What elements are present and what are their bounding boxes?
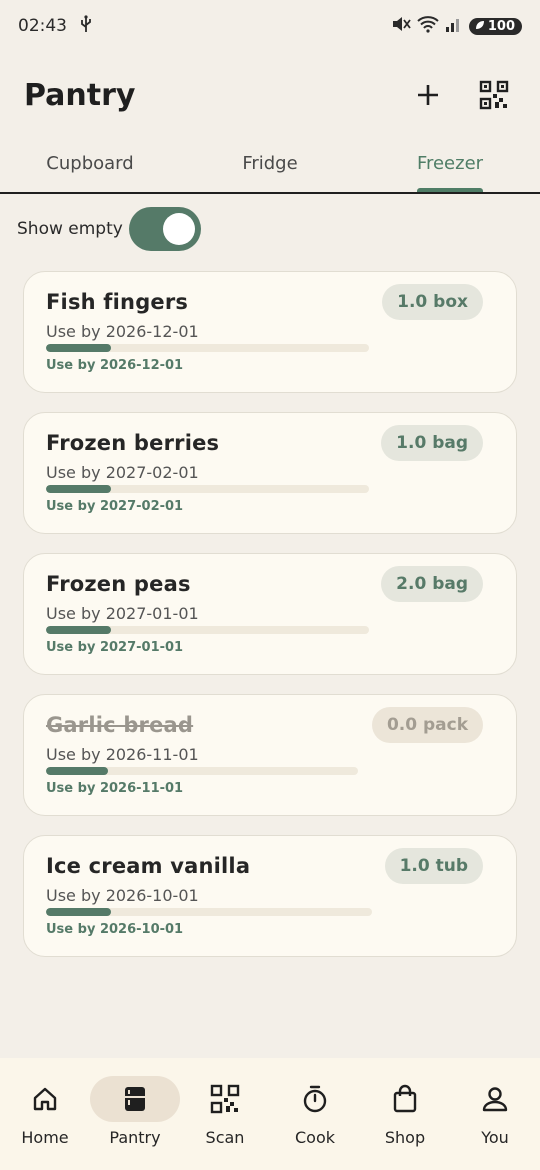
- freshness-fill: [46, 908, 112, 916]
- nav-label: Shop: [384, 1128, 426, 1147]
- use-by-caption: Use by 2026-11-01: [46, 781, 184, 796]
- page-title: Pantry: [24, 77, 136, 113]
- wifi-icon: [417, 15, 439, 37]
- show-empty-label: Show empty: [17, 219, 123, 239]
- use-by-date: Use by 2027-01-01: [46, 604, 199, 623]
- show-empty-row: Show empty: [17, 205, 201, 253]
- list-item[interactable]: Fish fingers 1.0 box Use by 2026-12-01 U…: [23, 271, 517, 393]
- app-header: Pantry: [0, 60, 540, 130]
- freshness-fill: [46, 626, 111, 634]
- use-by-date: Use by 2026-10-01: [46, 886, 199, 905]
- nav-icon-container: [450, 1076, 540, 1122]
- storage-tabs: Cupboard Fridge Freezer: [0, 134, 540, 194]
- freshness-bar: [46, 908, 372, 916]
- list-item[interactable]: Ice cream vanilla 1.0 tub Use by 2026-10…: [23, 835, 517, 957]
- freshness-bar: [46, 767, 358, 775]
- qr-code-icon: [479, 80, 509, 110]
- list-item[interactable]: Garlic bread 0.0 pack Use by 2026-11-01 …: [23, 694, 517, 816]
- use-by-date: Use by 2026-11-01: [46, 745, 199, 764]
- mute-icon: [391, 15, 411, 37]
- freshness-fill: [46, 485, 111, 493]
- nav-icon-container: [360, 1076, 450, 1122]
- tab-label: Freezer: [416, 152, 484, 174]
- use-by-date: Use by 2027-02-01: [46, 463, 199, 482]
- bag-icon: [393, 1084, 417, 1113]
- freshness-fill: [46, 344, 111, 352]
- quantity-badge: 1.0 bag: [381, 425, 483, 461]
- quantity-badge: 1.0 tub: [384, 848, 483, 884]
- freshness-fill: [46, 767, 109, 775]
- nav-icon-container: [90, 1076, 180, 1122]
- battery-indicator: 100: [468, 17, 522, 35]
- nav-pantry[interactable]: Pantry: [90, 1058, 180, 1170]
- item-list: Fish fingers 1.0 box Use by 2026-12-01 U…: [23, 271, 517, 976]
- bottom-navigation: Home Pantry Scan Cook Shop You: [0, 1058, 540, 1170]
- nav-icon-container: [180, 1076, 270, 1122]
- show-empty-toggle[interactable]: [128, 207, 201, 251]
- battery-leaf-icon: [475, 19, 485, 34]
- status-bar: 02:43 100: [0, 0, 540, 52]
- use-by-caption: Use by 2027-01-01: [46, 640, 184, 655]
- tab-label: Fridge: [242, 152, 298, 174]
- qr-scan-button[interactable]: [472, 73, 516, 117]
- nav-home[interactable]: Home: [0, 1058, 90, 1170]
- use-by-date: Use by 2026-12-01: [46, 322, 199, 341]
- qr-icon: [210, 1084, 240, 1114]
- add-item-button[interactable]: [406, 73, 450, 117]
- nav-icon-container: [0, 1076, 90, 1122]
- plus-icon: [418, 85, 438, 105]
- use-by-caption: Use by 2027-02-01: [46, 499, 184, 514]
- home-icon: [33, 1087, 57, 1111]
- nav-shop[interactable]: Shop: [360, 1058, 450, 1170]
- nav-scan[interactable]: Scan: [180, 1058, 270, 1170]
- tab-fridge[interactable]: Fridge: [180, 134, 360, 192]
- use-by-caption: Use by 2026-12-01: [46, 358, 184, 373]
- battery-level: 100: [487, 18, 515, 34]
- timer-icon: [303, 1085, 327, 1113]
- freshness-bar: [46, 626, 369, 634]
- tab-cupboard[interactable]: Cupboard: [0, 134, 180, 192]
- pantry-icon: [125, 1087, 145, 1111]
- nav-label: Cook: [294, 1128, 335, 1147]
- list-item[interactable]: Frozen peas 2.0 bag Use by 2027-01-01 Us…: [23, 553, 517, 675]
- nav-label: Home: [21, 1128, 69, 1147]
- nav-cook[interactable]: Cook: [270, 1058, 360, 1170]
- tab-label: Cupboard: [46, 152, 134, 174]
- freshness-bar: [46, 344, 369, 352]
- quantity-badge: 2.0 bag: [381, 566, 483, 602]
- status-time: 02:43: [18, 16, 67, 36]
- signal-icon: [445, 15, 463, 37]
- quantity-badge: 1.0 box: [382, 284, 483, 320]
- nav-label: Pantry: [109, 1128, 161, 1147]
- freshness-bar: [46, 485, 369, 493]
- tab-freezer[interactable]: Freezer: [360, 134, 540, 192]
- nav-icon-container: [270, 1076, 360, 1122]
- use-by-caption: Use by 2026-10-01: [46, 922, 184, 937]
- person-icon: [482, 1087, 508, 1112]
- usb-icon: [79, 14, 93, 38]
- nav-you[interactable]: You: [450, 1058, 540, 1170]
- nav-label: You: [481, 1128, 509, 1147]
- nav-label: Scan: [205, 1128, 245, 1147]
- quantity-badge: 0.0 pack: [371, 707, 483, 743]
- toggle-knob: [162, 213, 195, 245]
- list-item[interactable]: Frozen berries 1.0 bag Use by 2027-02-01…: [23, 412, 517, 534]
